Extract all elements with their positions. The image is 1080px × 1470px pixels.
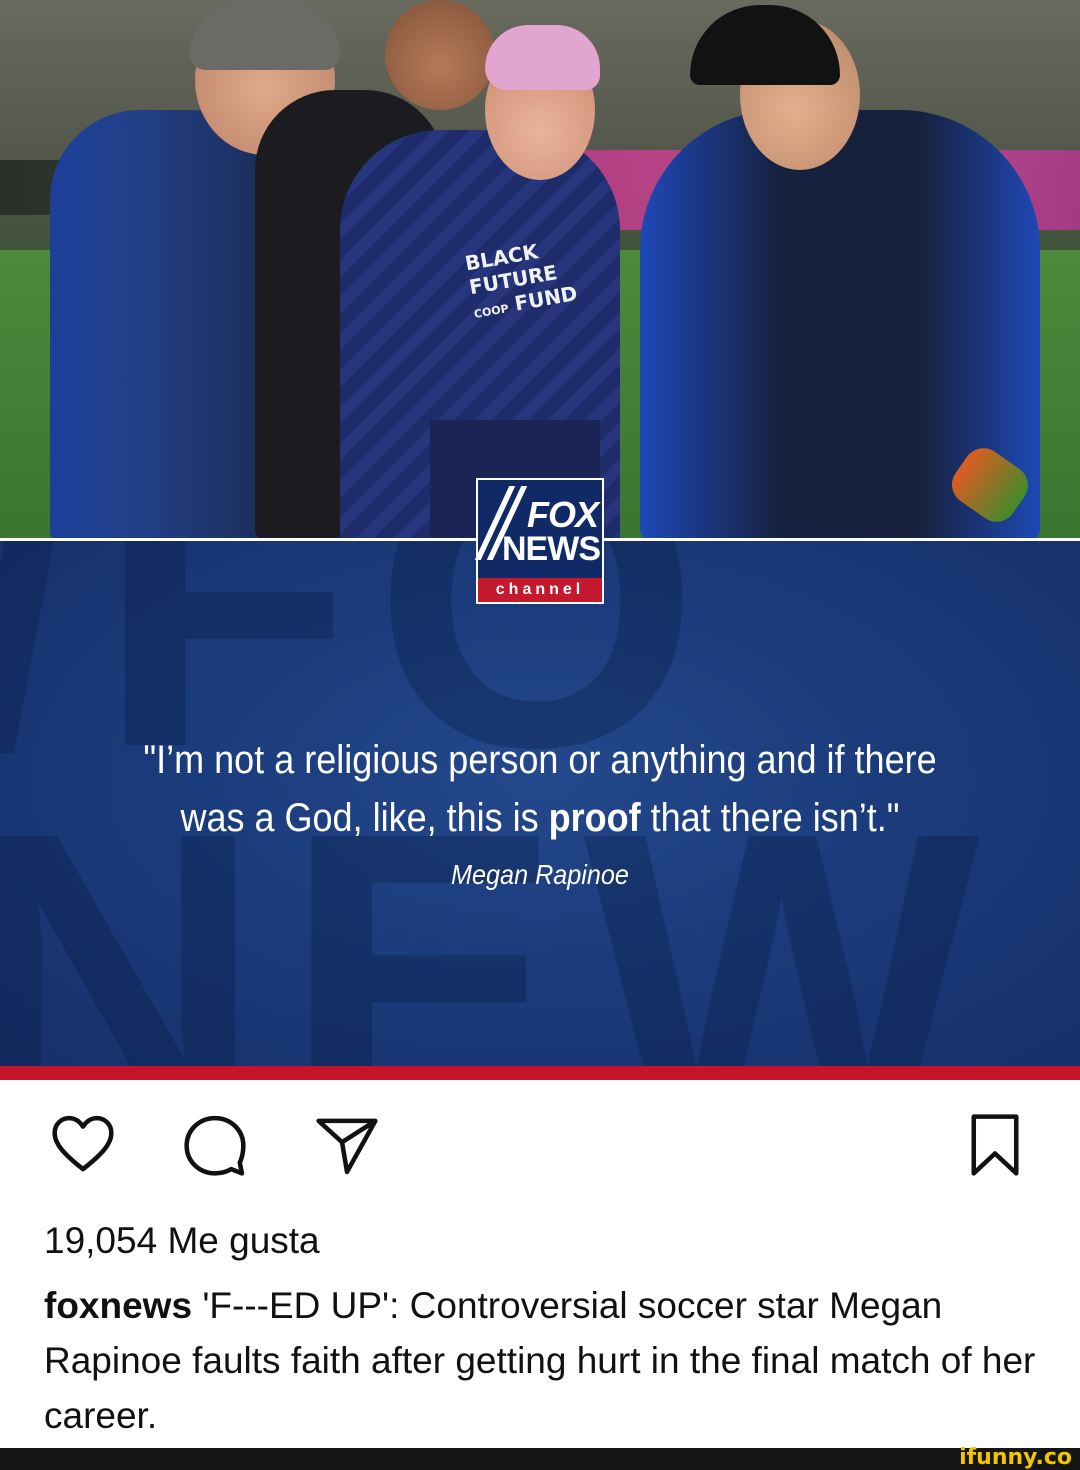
red-accent-bar — [0, 1066, 1080, 1080]
comment-icon — [184, 1115, 246, 1176]
heart-icon — [52, 1115, 114, 1172]
like-count[interactable]: 19,054 Me gusta — [44, 1220, 320, 1262]
quote-card: /FO NEW "I’m not a religious person or an… — [0, 538, 1080, 1068]
quote-line-2: was a God, like, this is proof that ther… — [180, 796, 900, 840]
share-icon — [316, 1118, 378, 1175]
share-button[interactable] — [312, 1110, 382, 1180]
player-pink-hair — [485, 25, 600, 90]
like-button[interactable] — [48, 1110, 118, 1180]
ifunny-watermark: ifunny.co — [959, 1445, 1072, 1470]
post-caption: foxnews 'F---ED UP': Controversial socce… — [44, 1278, 1044, 1443]
caption-username[interactable]: foxnews — [44, 1285, 192, 1326]
logo-news-text: NEWS — [502, 530, 601, 568]
caption-text: 'F---ED UP': Controversial soccer star M… — [44, 1285, 1036, 1436]
quote-emphasis: proof — [548, 796, 641, 840]
bookmark-icon — [971, 1114, 1019, 1176]
logo-fox-text: FOX — [526, 494, 599, 535]
post-action-bar — [0, 1110, 1080, 1180]
staff-left-hair — [190, 0, 340, 70]
staff-left-body — [50, 110, 280, 538]
staff-middle-head — [385, 0, 495, 110]
save-button[interactable] — [960, 1110, 1030, 1180]
footer-bar — [0, 1448, 1080, 1470]
logo-channel-text: channel — [478, 578, 602, 602]
quote-line-1: "I’m not a religious person or anything … — [143, 738, 937, 782]
comment-button[interactable] — [180, 1110, 250, 1180]
quote-text: "I’m not a religious person or anything … — [108, 731, 972, 847]
quote-author: Megan Rapinoe — [451, 859, 629, 890]
fox-news-logo: FOX NEWS channel — [474, 478, 604, 604]
post-photo[interactable]: BLACK FUTURE COOP FUND — [0, 0, 1080, 538]
